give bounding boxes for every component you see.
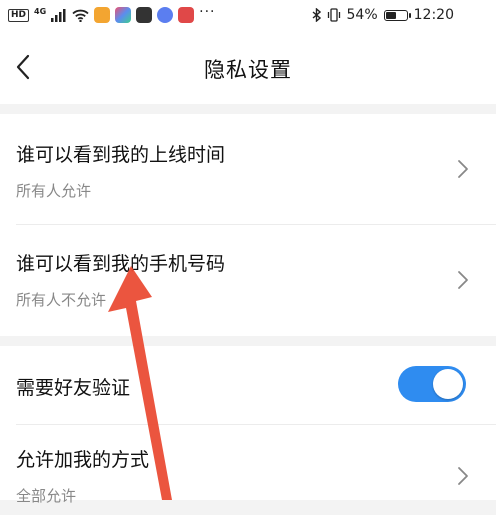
battery-percent: 54% (346, 7, 378, 23)
battery-icon (383, 9, 411, 21)
signal-icon (51, 8, 66, 22)
app-notification-icon (178, 7, 195, 23)
chevron-right-icon (458, 160, 468, 178)
vibrate-icon (327, 8, 340, 22)
setting-value: 所有人不允许 (16, 291, 107, 309)
page-title: 隐私设置 (204, 58, 292, 82)
setting-value: 所有人允许 (16, 182, 92, 200)
header: 隐私设置 (0, 30, 496, 104)
network-type: 4G (34, 6, 47, 16)
friend-verify-setting: 需要好友验证 (0, 346, 496, 424)
setting-title: 谁可以看到我的上线时间 (16, 144, 226, 166)
chevron-right-icon (458, 467, 468, 485)
more-notifications-icon: ··· (199, 4, 216, 20)
bluetooth-icon (312, 8, 321, 22)
setting-title: 允许加我的方式 (16, 449, 150, 471)
app-notification-icon (94, 7, 111, 23)
chevron-right-icon (458, 271, 468, 289)
hd-indicator: HD (8, 8, 30, 22)
online-time-setting[interactable]: 谁可以看到我的上线时间 所有人允许 (0, 114, 496, 224)
wifi-icon (72, 9, 89, 22)
setting-title: 需要好友验证 (16, 377, 131, 399)
setting-title: 谁可以看到我的手机号码 (16, 253, 226, 275)
music-icon (157, 7, 174, 23)
clock: 12:20 (413, 7, 454, 23)
friend-verify-toggle[interactable] (398, 366, 466, 402)
friend-settings-group: 需要好友验证 允许加我的方式 全部允许 (0, 346, 496, 505)
status-bar: HD 4G ··· 54% 12:20 (0, 0, 496, 30)
setting-value: 全部允许 (16, 487, 77, 505)
add-method-setting[interactable]: 允许加我的方式 全部允许 (0, 425, 496, 515)
app-notification-icon (115, 7, 132, 23)
toggle-knob (433, 369, 463, 399)
phone-number-setting[interactable]: 谁可以看到我的手机号码 所有人不允许 (0, 225, 496, 336)
visibility-settings-group: 谁可以看到我的上线时间 所有人允许 谁可以看到我的手机号码 所有人不允许 (0, 114, 496, 336)
app-notification-icon (136, 7, 153, 23)
